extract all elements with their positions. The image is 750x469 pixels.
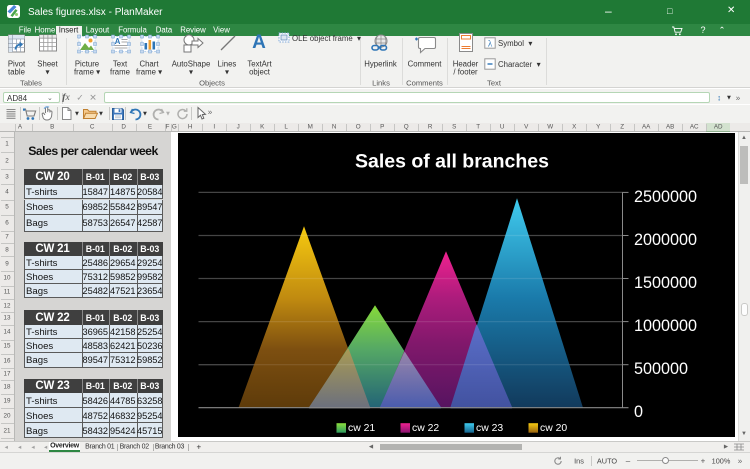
svg-text:2000000: 2000000	[634, 231, 697, 249]
svg-text:1500000: 1500000	[634, 274, 697, 292]
svg-text:λ: λ	[488, 38, 493, 48]
svg-text:Sales of all branches: Sales of all branches	[354, 150, 548, 172]
svg-text:cw 21: cw 21	[348, 423, 375, 434]
svg-text:cw 22: cw 22	[412, 423, 439, 434]
svg-text:0: 0	[634, 403, 643, 421]
svg-text:A: A	[115, 37, 121, 46]
svg-text:500000: 500000	[634, 360, 688, 378]
svg-text:1000000: 1000000	[634, 317, 697, 335]
svg-text:cw 23: cw 23	[476, 423, 503, 434]
svg-text:cw 20: cw 20	[540, 423, 567, 434]
svg-text:2500000: 2500000	[634, 188, 697, 206]
